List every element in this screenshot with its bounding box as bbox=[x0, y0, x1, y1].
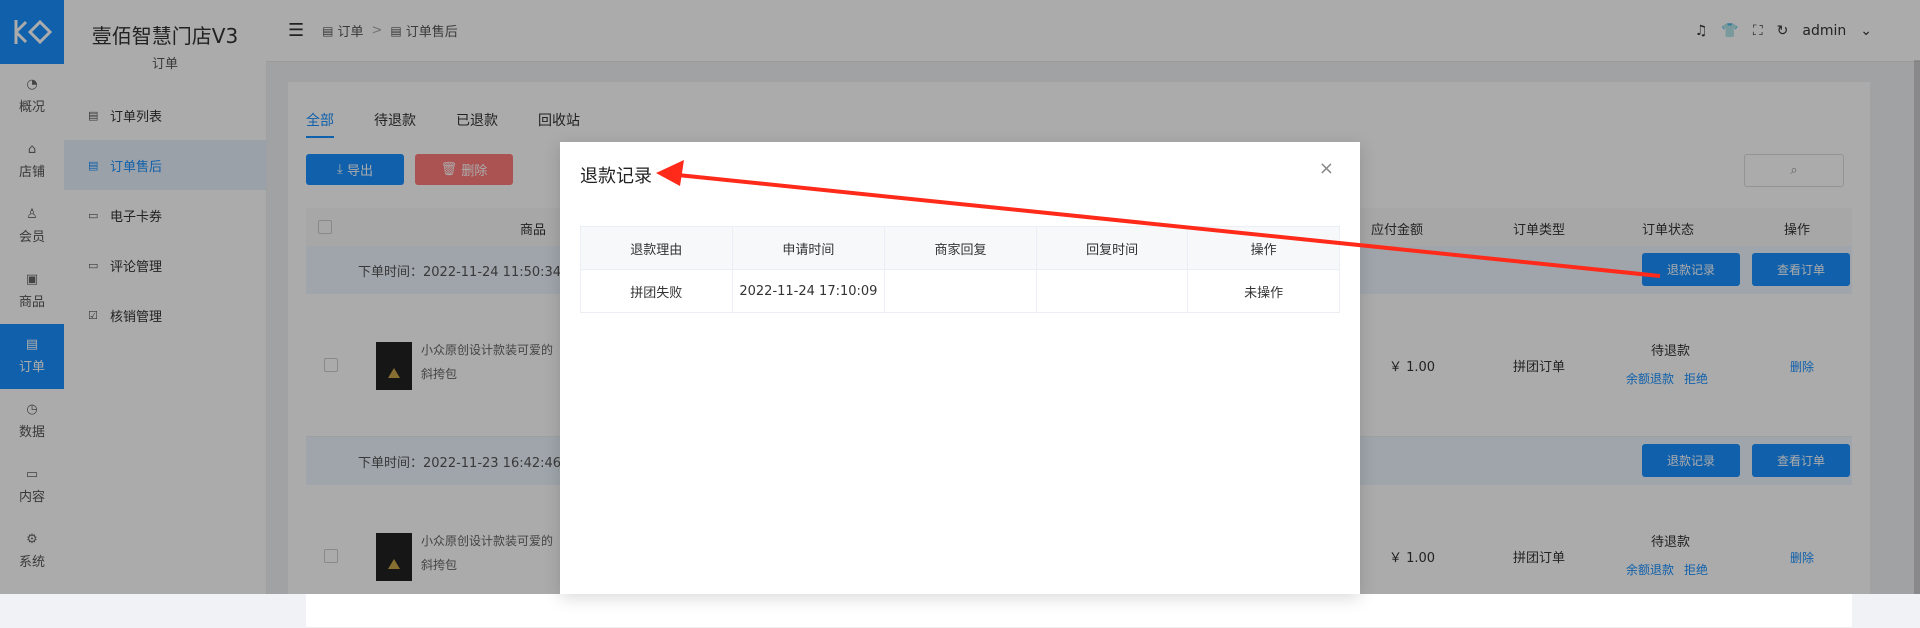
col-refund-reason: 退款理由 bbox=[580, 226, 733, 270]
page-scrollbar[interactable] bbox=[1914, 60, 1920, 594]
refund-record-table: 退款理由 申请时间 商家回复 回复时间 操作 拼团失败 2022-11-24 1… bbox=[580, 226, 1340, 313]
col-reply-time: 回复时间 bbox=[1035, 226, 1189, 270]
col-operation: 操作 bbox=[1187, 226, 1340, 270]
col-merchant-reply: 商家回复 bbox=[884, 226, 1037, 270]
merchant-reply bbox=[884, 269, 1037, 313]
refund-record-dialog: 退款记录 × 退款理由 申请时间 商家回复 回复时间 操作 拼团失败 2022-… bbox=[560, 142, 1360, 594]
col-apply-time: 申请时间 bbox=[731, 226, 886, 270]
table-row: 拼团失败 2022-11-24 17:10:09 未操作 bbox=[580, 269, 1340, 313]
apply-time: 2022-11-24 17:10:09 bbox=[731, 269, 886, 313]
dialog-title: 退款记录 bbox=[580, 166, 652, 187]
reply-time bbox=[1035, 269, 1189, 313]
close-icon[interactable]: × bbox=[1319, 158, 1334, 179]
refund-reason: 拼团失败 bbox=[580, 269, 733, 313]
operation-status: 未操作 bbox=[1187, 269, 1340, 313]
table-header-row: 退款理由 申请时间 商家回复 回复时间 操作 bbox=[580, 226, 1340, 270]
